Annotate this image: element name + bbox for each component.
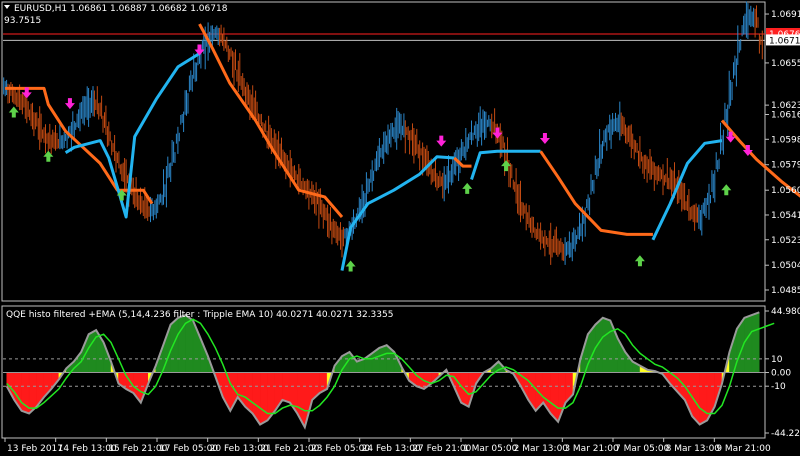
price-tick-label: 1.05600 [771, 186, 800, 196]
price-tick-label: 1.05040 [771, 261, 800, 271]
histogram-bar [88, 329, 97, 373]
time-tick-label: 7 Mar 05:00 [615, 444, 670, 454]
time-tick-label: 1 Mar 05:00 [463, 444, 518, 454]
price-tick-label: 1.05230 [771, 236, 800, 246]
indicator-value: 93.7515 [4, 16, 41, 26]
time-tick-label: 3 Mar 21:00 [564, 444, 619, 454]
time-tick-label: 13 Feb 2017 [7, 444, 63, 454]
indicator-tick-label: 0.00 [771, 369, 791, 379]
histogram-bar [602, 317, 611, 373]
indicator-tick-label: -10 [771, 382, 786, 392]
price-level-tag-label: 1.06718 [769, 36, 800, 46]
histogram-bar [699, 372, 708, 425]
price-tick-label: 1.06915 [771, 10, 800, 20]
indicator-tick-label: -44.2251 [771, 429, 800, 439]
histogram-bar [744, 314, 753, 373]
price-tick-label: 1.05790 [771, 161, 800, 171]
price-tick-label: 1.04855 [771, 286, 800, 296]
indicator-tick-label: 10 [771, 355, 783, 365]
indicator-title: QQE histo filtered +EMA (5,14,4.236 filt… [6, 310, 393, 320]
symbol-header: EURUSD,H1 1.06861 1.06887 1.06682 1.0671… [14, 4, 228, 14]
price-tick-label: 1.06550 [771, 59, 800, 69]
histogram-bar [282, 372, 291, 403]
time-tick-label: 2 Mar 13:00 [514, 444, 569, 454]
histogram-bar [170, 317, 179, 373]
histogram-bar [751, 311, 760, 373]
price-tick-label: 1.05415 [771, 211, 800, 221]
histogram-bar [185, 314, 194, 373]
price-tick-label: 1.06165 [771, 111, 800, 121]
indicator-tick-label: 44.9807 [771, 307, 800, 317]
price-tick-label: 1.05980 [771, 135, 800, 145]
time-tick-label: 8 Mar 13:00 [666, 444, 721, 454]
chart-window: 1.069151.065501.062351.061651.059801.057… [0, 0, 800, 456]
histogram-bar [259, 372, 268, 425]
time-tick-label: 9 Mar 21:00 [716, 444, 771, 454]
